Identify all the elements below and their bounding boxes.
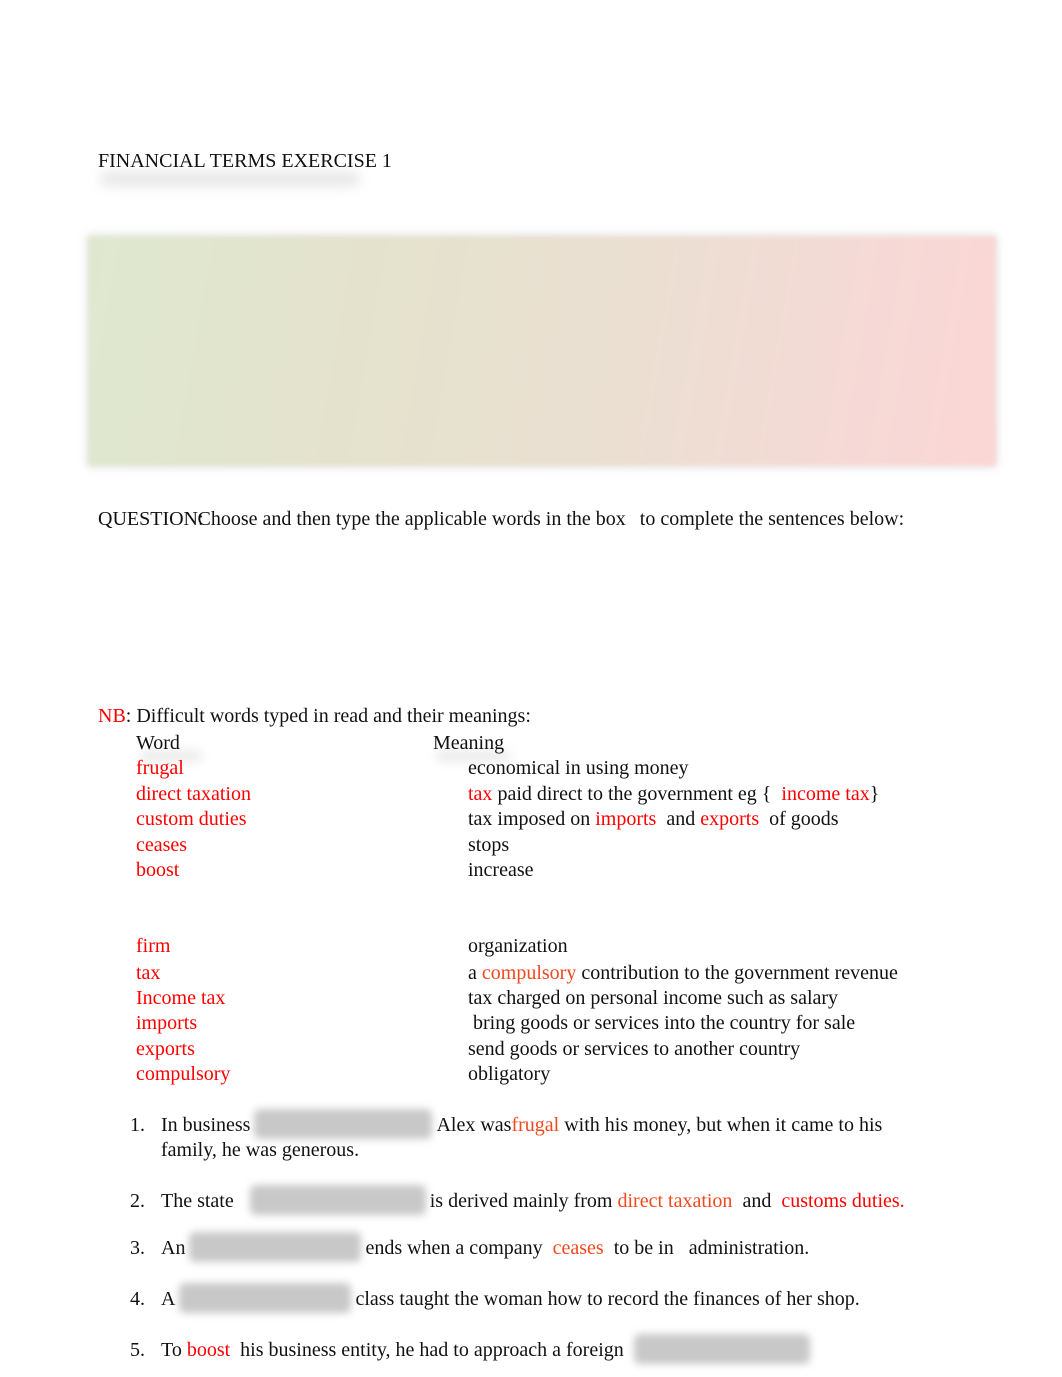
meaning-text: contribution to the government revenue [576, 962, 898, 984]
header-word: Word [136, 732, 180, 754]
title-shadow [100, 172, 360, 186]
sentence-text: A [161, 1288, 176, 1310]
sentence-number: 2. [130, 1190, 145, 1212]
sentence-2: The state is derived mainly from direct t… [161, 1185, 905, 1215]
highlighted-term: tax [468, 783, 493, 805]
glossary-word: tax [136, 962, 161, 984]
glossary-word: imports [136, 1012, 198, 1034]
glossary-word: custom duties [136, 808, 247, 830]
answer-blank-redaction [254, 1109, 433, 1139]
glossary-meaning: economical in using money [468, 756, 689, 780]
question-text-before: Choose and then type the applicable word… [197, 508, 626, 530]
glossary-word: boost [136, 859, 180, 881]
highlighted-term: exports [700, 808, 760, 830]
word-bank-box-blurred [88, 236, 996, 466]
highlighted-term: frugal [511, 1114, 560, 1136]
sentence-continuation: family, he was generous. [161, 1139, 360, 1161]
meaning-text: of goods [759, 808, 839, 830]
nb-intro: : Difficult words typed in read and thei… [125, 705, 531, 727]
meaning-text: send goods or services to another countr… [468, 1038, 801, 1060]
sentence-text: with his money, but when it came to his [559, 1114, 883, 1136]
meaning-text: } [869, 783, 880, 805]
meaning-text: tax charged on personal income such as s… [468, 987, 839, 1009]
sentence-text: class taught the woman how to record the… [355, 1288, 860, 1310]
sentence-text: and [732, 1190, 782, 1212]
sentence-text: Alex was [436, 1114, 512, 1136]
glossary-meaning: tax paid direct to the government eg { i… [468, 782, 879, 806]
meaning-text: stops [468, 834, 510, 856]
sentence-5: To boost his business entity, he had to … [161, 1334, 814, 1364]
meaning-text: organization [468, 935, 568, 957]
glossary-word: frugal [136, 757, 184, 779]
glossary-meaning: tax imposed on imports and exports of go… [468, 807, 839, 831]
highlighted-term: ceases [552, 1237, 604, 1259]
glossary-word: firm [136, 935, 171, 957]
meaning-text: obligatory [468, 1063, 551, 1085]
answer-blank-redaction [249, 1185, 426, 1215]
sentence-text: to be in administration. [603, 1237, 810, 1259]
highlighted-term: income tax [781, 783, 870, 805]
meaning-text: a [468, 962, 482, 984]
glossary-meaning: stops [468, 833, 509, 857]
sentence-text: In business [161, 1114, 251, 1136]
sentence-number: 3. [130, 1237, 145, 1259]
sentence-text: ends when a company [365, 1237, 553, 1259]
answer-blank[interactable] [633, 1334, 810, 1364]
meaning-text: paid direct to the government eg { [492, 783, 782, 805]
sentence-text: To [161, 1339, 187, 1361]
sentence-4: Aclass taught the woman how to record th… [161, 1283, 860, 1313]
glossary-meaning: tax charged on personal income such as s… [468, 986, 838, 1010]
header-meaning: Meaning [433, 732, 505, 754]
highlighted-term: imports [595, 808, 657, 830]
glossary-meaning: bring goods or services into the country… [468, 1011, 855, 1035]
answer-blank[interactable] [249, 1185, 426, 1215]
glossary-meaning: increase [468, 858, 534, 882]
glossary-word: ceases [136, 834, 188, 856]
sentence-number: 1. [130, 1114, 145, 1136]
glossary-meaning: a compulsory contribution to the governm… [468, 961, 898, 985]
sentence-text: is derived mainly from [429, 1190, 618, 1212]
answer-blank-redaction [179, 1283, 352, 1313]
highlighted-term: compulsory [481, 962, 577, 984]
meaning-text: and [656, 808, 701, 830]
glossary-word: compulsory [136, 1063, 231, 1085]
question-label: QUESTION: [98, 508, 204, 530]
meaning-text: increase [468, 859, 534, 881]
nb-line: NB: Difficult words typed in read and th… [98, 704, 531, 728]
glossary-word: direct taxation [136, 783, 251, 805]
glossary-word: Income tax [136, 987, 226, 1009]
sentence-text: An [161, 1237, 186, 1259]
glossary-meaning: send goods or services to another countr… [468, 1037, 800, 1061]
sentence-number: 5. [130, 1339, 145, 1361]
answer-blank[interactable] [254, 1109, 433, 1139]
meaning-text: economical in using money [468, 757, 689, 779]
nb-label: NB [98, 705, 126, 727]
answer-blank-redaction [633, 1334, 810, 1364]
sentence-text: his business entity, he had to approach … [230, 1339, 624, 1361]
answer-blank[interactable] [179, 1283, 352, 1313]
meaning-text: bring goods or services into the country… [468, 1012, 856, 1034]
answer-blank[interactable] [189, 1232, 362, 1262]
question-instruction: QUESTION:Choose and then type the applic… [98, 507, 904, 531]
sentence-1: In business Alex wasfrugal with his money… [161, 1109, 883, 1139]
sentence-text: The state [161, 1190, 234, 1212]
meaning-text: tax imposed on [468, 808, 596, 830]
glossary-word: exports [136, 1038, 195, 1060]
highlighted-term: boost [186, 1339, 231, 1361]
glossary-meaning: obligatory [468, 1062, 550, 1086]
answer-blank-redaction [189, 1232, 362, 1262]
question-text-after: to complete the sentences below: [639, 508, 905, 530]
highlighted-term: customs duties. [781, 1190, 905, 1212]
highlighted-term: direct taxation [617, 1190, 733, 1212]
page-title: FINANCIAL TERMS EXERCISE 1 [98, 150, 392, 172]
sentence-number: 4. [130, 1288, 145, 1310]
glossary-meaning: organization [468, 934, 568, 958]
sentence-3: An ends when a company ceases to be in ad… [161, 1232, 810, 1262]
